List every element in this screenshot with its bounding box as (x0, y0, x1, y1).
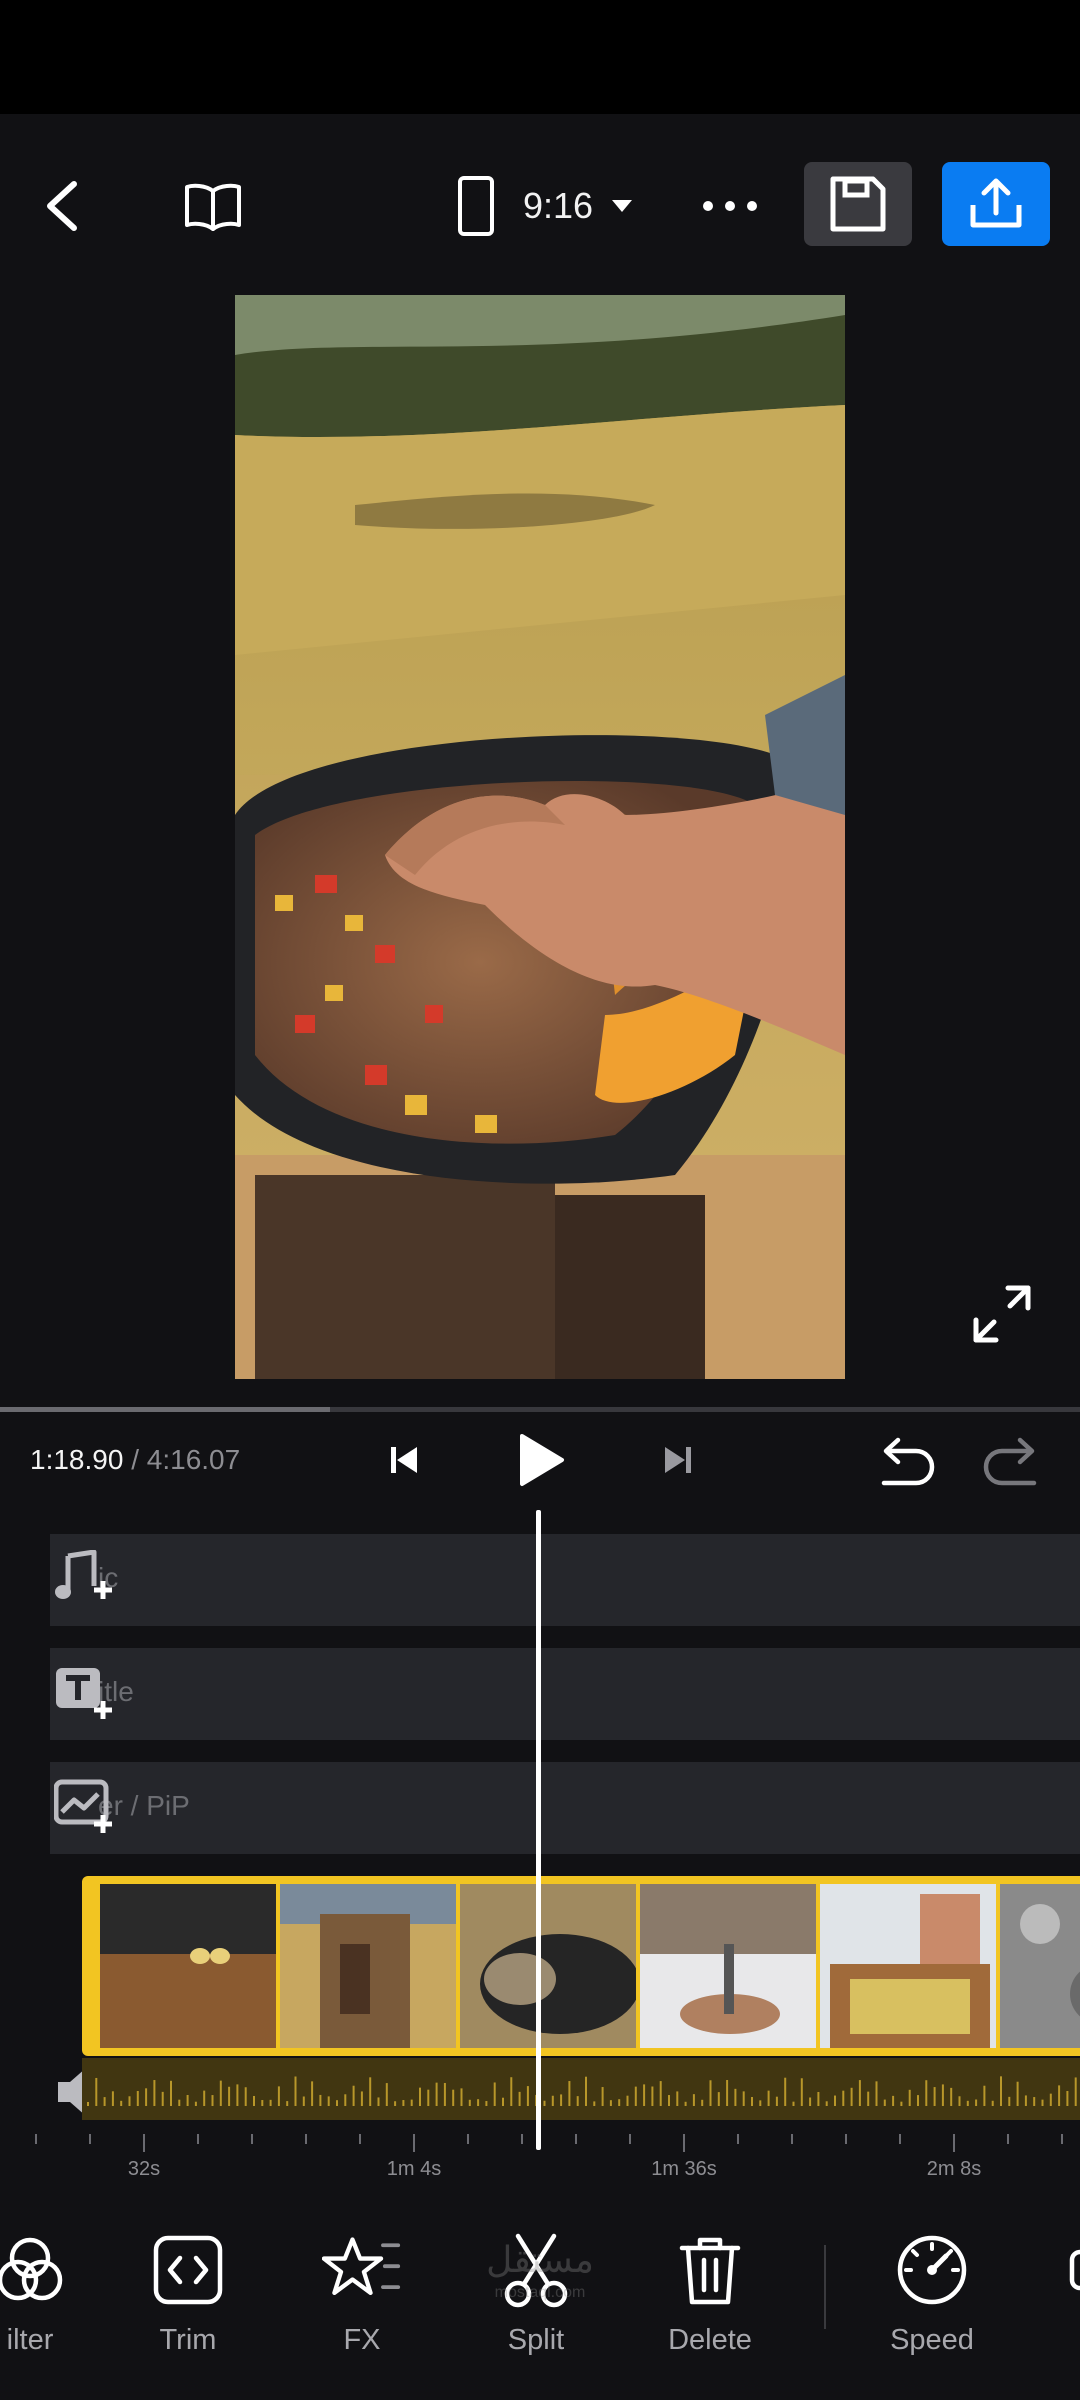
add-music-button[interactable] (54, 1549, 124, 1610)
more-options-button[interactable] (694, 169, 766, 243)
clip-thumbnail[interactable] (640, 1884, 816, 2048)
current-time: 1:18.90 (30, 1444, 124, 1475)
caret-down-icon (612, 200, 633, 212)
save-button[interactable] (804, 162, 912, 246)
sticker-add-icon (53, 1779, 112, 1833)
more-icon (703, 201, 757, 211)
preview-frame (235, 295, 845, 1379)
volume-tool[interactable]: Vo (1034, 2230, 1080, 2360)
clip-thumbnail[interactable] (820, 1884, 996, 2048)
waveform-graphic (87, 2076, 1077, 2106)
tool-divider (824, 2245, 826, 2329)
skip-next-button[interactable] (654, 1436, 702, 1484)
music-add-icon (55, 1549, 112, 1599)
add-sticker-pip-button[interactable] (53, 1778, 124, 1838)
redo-button[interactable] (978, 1432, 1048, 1492)
speed-tool[interactable]: Speed (862, 2230, 1002, 2360)
timeline[interactable]: ic itle er / PiP 32s 1m 4s 1m 36s 2m 8s (0, 1510, 1080, 2190)
filter-tool[interactable]: ilter (0, 2230, 100, 2360)
title-add-icon (56, 1668, 112, 1719)
filter-icon (0, 2237, 63, 2301)
trim-icon (153, 2235, 223, 2305)
watermark-logo: مستقل mostaql.com (470, 2240, 610, 2330)
total-time: 4:16.07 (146, 1444, 241, 1475)
playback-controls: 1:18.90 / 4:16.07 (0, 1412, 1080, 1510)
trash-icon (679, 2237, 741, 2305)
fx-tool[interactable]: FX (292, 2230, 432, 2360)
trim-tool[interactable]: Trim (118, 2230, 258, 2360)
video-preview[interactable] (235, 295, 845, 1379)
export-icon (970, 178, 1022, 228)
title-track[interactable] (50, 1648, 1080, 1740)
fullscreen-icon (973, 1285, 1031, 1343)
top-toolbar: 9:16 (0, 114, 1080, 294)
edit-toolbar: ilter Trim FX Split Delete Speed مستقل m… (0, 2190, 1080, 2400)
aspect-ratio-selector[interactable]: 9:16 (440, 164, 650, 248)
phone-aspect-icon (457, 176, 494, 236)
guide-button[interactable] (176, 169, 250, 243)
skip-previous-icon (391, 1447, 417, 1473)
delete-label: Delete (668, 2324, 752, 2356)
clip-thumbnail[interactable] (460, 1884, 636, 2048)
skip-previous-button[interactable] (380, 1436, 428, 1484)
ruler-label: 1m 36s (651, 2158, 717, 2180)
trim-label: Trim (159, 2324, 217, 2356)
undo-button[interactable] (870, 1432, 940, 1492)
watermark-domain: mostaql.com (494, 2284, 586, 2301)
ruler-label: 1m 4s (386, 2158, 442, 2180)
time-separator: / (123, 1444, 147, 1475)
sticker-pip-track[interactable] (50, 1762, 1080, 1854)
save-icon (830, 176, 886, 232)
time-display: 1:18.90 / 4:16.07 (30, 1444, 240, 1476)
volume-tool-icon (1069, 2249, 1080, 2291)
fx-label: FX (343, 2324, 381, 2356)
music-track[interactable] (50, 1534, 1080, 1626)
add-title-button[interactable] (54, 1664, 124, 1724)
status-bar (0, 0, 1080, 114)
play-button[interactable] (510, 1430, 570, 1490)
filter-label: ilter (6, 2324, 54, 2356)
watermark-text: مستقل (486, 2240, 594, 2281)
clip-thumbnail[interactable] (280, 1884, 456, 2048)
playhead[interactable] (536, 1510, 541, 2150)
speed-icon (897, 2235, 967, 2305)
ruler-label: 32s (127, 2158, 161, 2180)
play-icon (520, 1434, 564, 1486)
video-clip-strip[interactable] (82, 1876, 1080, 2056)
fx-icon (322, 2237, 401, 2295)
book-icon (185, 183, 241, 231)
undo-icon (881, 1437, 935, 1486)
ruler-label: 2m 8s (926, 2158, 982, 2180)
redo-icon (983, 1437, 1037, 1486)
back-icon (47, 181, 77, 231)
back-button[interactable] (30, 169, 94, 243)
speed-label: Speed (890, 2324, 974, 2356)
fullscreen-button[interactable] (970, 1282, 1034, 1346)
skip-next-icon (665, 1447, 691, 1473)
clip-thumbnail[interactable] (100, 1884, 276, 2048)
aspect-ratio-label: 9:16 (522, 185, 594, 226)
audio-waveform (82, 2058, 1080, 2120)
export-button[interactable] (942, 162, 1050, 246)
delete-tool[interactable]: Delete (640, 2230, 780, 2360)
clip-thumbnail[interactable] (1000, 1884, 1080, 2048)
